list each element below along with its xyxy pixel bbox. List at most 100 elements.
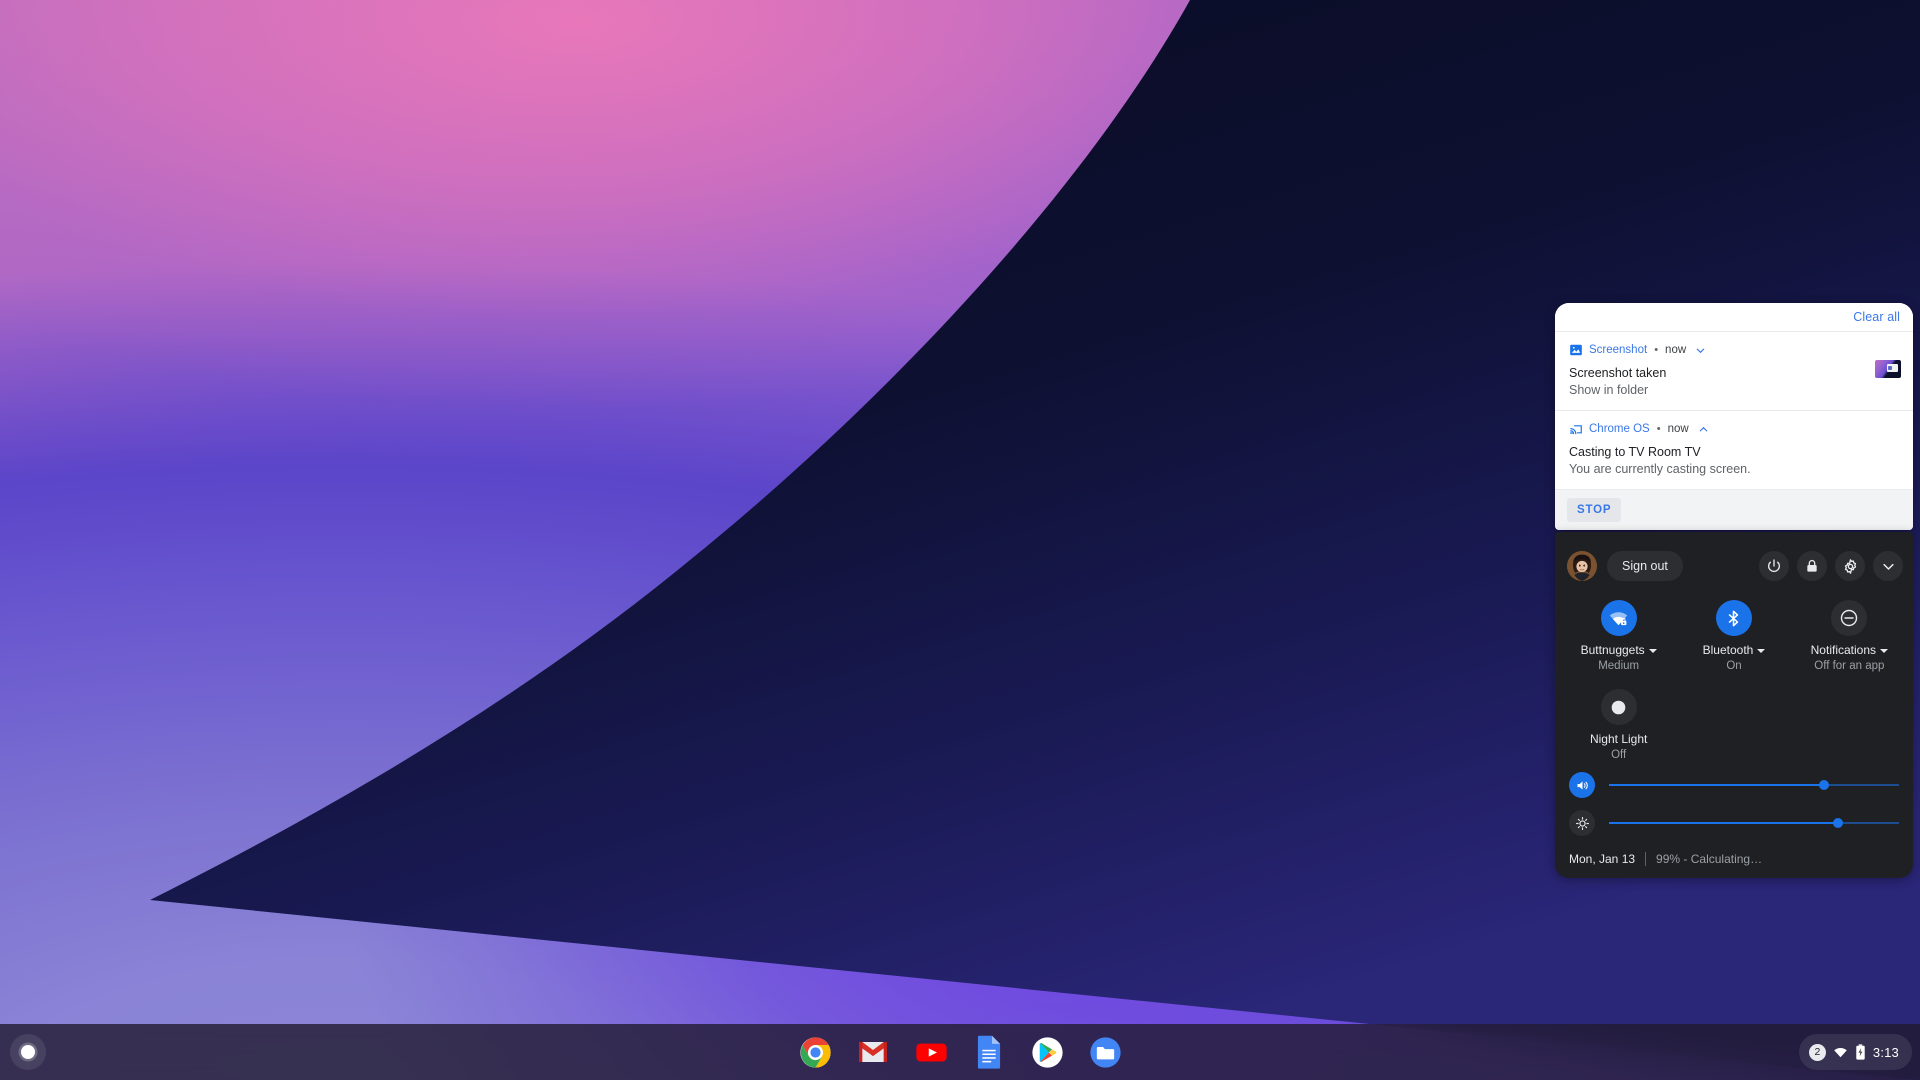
launcher-icon — [21, 1045, 35, 1059]
chevron-down-icon[interactable] — [1648, 648, 1657, 653]
shelf-item-youtube[interactable] — [911, 1032, 951, 1072]
tile-label: Buttnuggets — [1580, 643, 1645, 657]
files-icon — [1089, 1036, 1121, 1068]
play-store-icon — [1031, 1036, 1063, 1068]
slider-fill — [1609, 822, 1839, 824]
shelf-item-play-store[interactable] — [1027, 1032, 1067, 1072]
footer-divider — [1645, 852, 1647, 866]
settings-button[interactable] — [1835, 551, 1865, 581]
slider-knob[interactable] — [1818, 780, 1829, 790]
chevron-down-icon[interactable] — [1880, 648, 1889, 653]
tile-icon-wrapper — [1600, 600, 1637, 636]
cast-icon — [1570, 425, 1582, 435]
youtube-icon — [915, 1043, 947, 1061]
message-center: Clear all Screenshot • now Screenshot ta… — [1555, 303, 1913, 530]
tile-label: Night Light — [1589, 732, 1648, 746]
notification-title: Screenshot taken — [1569, 366, 1667, 380]
chevron-up-icon[interactable] — [1698, 424, 1709, 435]
brightness-button[interactable] — [1569, 810, 1595, 836]
notification-body: You are currently casting screen. — [1569, 462, 1751, 476]
avatar-image — [1567, 551, 1597, 581]
clock-label[interactable]: 3:13 — [1873, 1045, 1899, 1060]
stop-casting-button[interactable]: STOP — [1567, 498, 1622, 522]
system-tray-panel: Clear all Screenshot • now Screenshot ta… — [1555, 303, 1913, 878]
gear-icon — [1844, 558, 1856, 574]
tile-icon-wrapper — [1600, 689, 1637, 725]
notification-time: now — [1665, 344, 1687, 356]
tile-icon-wrapper — [1715, 600, 1752, 636]
chevron-down-icon — [1882, 563, 1894, 570]
do-not-disturb-icon — [1841, 609, 1858, 627]
notification-separator: • — [1656, 423, 1661, 435]
shelf-item-gmail[interactable] — [853, 1032, 893, 1072]
tile-bluetooth[interactable]: Bluetooth On — [1676, 596, 1791, 673]
tile-state: Medium — [1598, 660, 1640, 672]
battery-status[interactable]: 99% - Calculating… — [1656, 852, 1762, 866]
status-tray-button[interactable]: 2 3:13 — [1798, 1034, 1912, 1070]
notification-cast[interactable]: Chrome OS • now Casting to TV Room TV Yo… — [1555, 411, 1913, 490]
tile-label-wrapper: Bluetooth — [1703, 643, 1766, 657]
volume-icon — [1577, 780, 1588, 790]
quick-settings-tiles: Buttnuggets Medium Bluetooth On Notifica… — [1555, 590, 1913, 766]
date-label[interactable]: Mon, Jan 13 — [1569, 852, 1635, 866]
tile-label-wrapper: Notifications — [1810, 643, 1889, 657]
notification-header: Chrome OS • now — [1569, 421, 1899, 437]
quick-settings-top-row: Sign out — [1555, 542, 1913, 590]
tile-label: Bluetooth — [1702, 643, 1754, 657]
chevron-down-icon[interactable] — [1757, 648, 1766, 653]
notification-screenshot[interactable]: Screenshot • now Screenshot taken Show i… — [1555, 332, 1913, 411]
tile-state: Off — [1611, 749, 1627, 761]
docs-icon — [977, 1035, 1001, 1069]
slider-fill — [1609, 784, 1824, 786]
sign-out-button[interactable]: Sign out — [1607, 551, 1683, 581]
quick-settings-footer: Mon, Jan 13 99% - Calculating… — [1555, 842, 1913, 878]
thumbnail-panel-preview — [1887, 364, 1898, 372]
tile-night-light[interactable]: Night Light Off — [1561, 685, 1676, 762]
lock-icon — [1807, 559, 1817, 572]
shelf-item-chrome[interactable] — [795, 1032, 835, 1072]
tile-label: Notifications — [1810, 643, 1877, 657]
shelf-item-files[interactable] — [1085, 1032, 1125, 1072]
wifi-locked-icon — [1609, 611, 1628, 625]
notification-body[interactable]: Show in folder — [1569, 383, 1899, 398]
volume-slider[interactable] — [1609, 778, 1899, 792]
chevron-down-icon[interactable] — [1695, 345, 1706, 356]
tile-icon-wrapper — [1831, 600, 1868, 636]
notification-count-badge[interactable]: 2 — [1808, 1043, 1826, 1061]
notification-app-name: Chrome OS — [1589, 423, 1650, 435]
clear-all-button[interactable]: Clear all — [1853, 310, 1900, 324]
tile-state: On — [1726, 660, 1742, 672]
image-icon — [1570, 344, 1582, 356]
brightness-icon — [1575, 816, 1589, 830]
notification-time: now — [1667, 423, 1689, 435]
notification-header: Screenshot • now — [1569, 342, 1899, 358]
wifi-icon — [1834, 1047, 1847, 1057]
brightness-slider[interactable] — [1609, 816, 1899, 830]
brightness-slider-row — [1555, 804, 1913, 842]
notification-app-name: Screenshot — [1589, 344, 1648, 356]
tile-network[interactable]: Buttnuggets Medium — [1561, 596, 1676, 673]
tile-label-wrapper: Buttnuggets — [1581, 643, 1657, 657]
notification-thumbnail — [1875, 360, 1901, 378]
power-icon — [1768, 559, 1780, 573]
night-light-icon — [1611, 700, 1626, 714]
chrome-icon — [799, 1036, 831, 1068]
launcher-button[interactable] — [10, 1034, 46, 1070]
shelf-app-list — [795, 1032, 1125, 1072]
notification-action-bar: STOP — [1555, 490, 1913, 530]
shelf-item-docs[interactable] — [969, 1032, 1009, 1072]
power-button[interactable] — [1759, 551, 1789, 581]
slider-knob[interactable] — [1833, 818, 1844, 828]
battery-charging-icon — [1856, 1044, 1865, 1060]
lock-button[interactable] — [1797, 551, 1827, 581]
volume-button[interactable] — [1569, 772, 1595, 798]
notification-title: Casting to TV Room TV — [1569, 445, 1701, 459]
gmail-icon — [859, 1042, 887, 1062]
notification-separator: • — [1654, 344, 1659, 356]
collapse-button[interactable] — [1873, 551, 1903, 581]
tile-notifications[interactable]: Notifications Off for an app — [1792, 596, 1907, 673]
bluetooth-icon — [1729, 610, 1739, 626]
tile-state: Off for an app — [1814, 660, 1885, 672]
message-center-header: Clear all — [1555, 303, 1913, 332]
avatar[interactable] — [1567, 551, 1597, 581]
